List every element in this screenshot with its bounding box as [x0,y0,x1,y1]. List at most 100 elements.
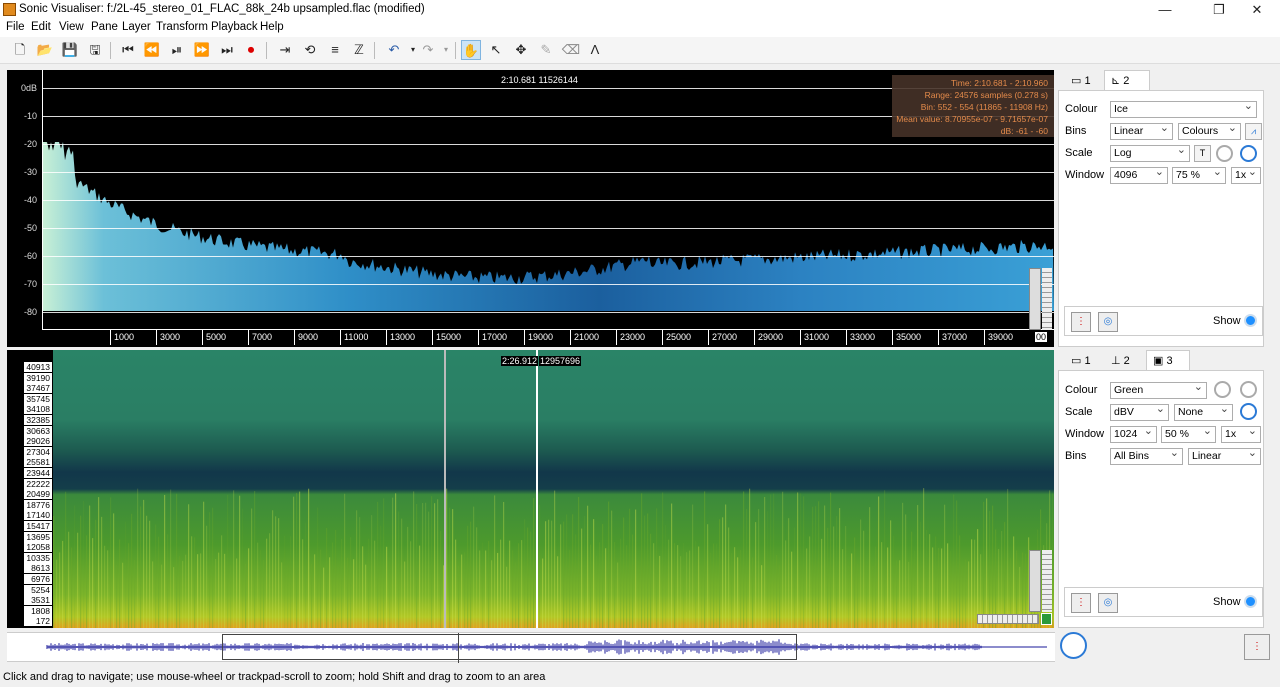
menu-help[interactable]: Help [260,21,284,33]
output-level-icon[interactable]: ⋮ [1244,634,1270,660]
redo-dropdown-icon[interactable]: ▾ [436,40,456,60]
window-mult-select[interactable]: 1x [1221,424,1261,443]
draw-pencil-icon[interactable]: ✎ [536,40,556,60]
frequency-label: 5254 [24,584,52,595]
tab-1[interactable]: ▭ 1 [1064,350,1104,370]
show-toggle[interactable] [1244,595,1257,608]
redo-icon[interactable]: ↷ [418,40,438,60]
scale-select[interactable]: dBV [1110,402,1169,421]
save-session-icon[interactable]: 🖫 [85,40,105,60]
threshold-icon[interactable]: T [1194,145,1211,162]
layer-properties-panel-1: ▭ 1 ⊾ 2 Colour Ice Bins Linear Colours ⩘… [1058,70,1276,347]
open-file-icon[interactable]: 📂 [35,40,55,60]
tab-1[interactable]: ▭ 1 [1064,70,1104,90]
gain-dial[interactable] [1216,145,1233,162]
x-tick-line [938,330,939,345]
layer-level-icon[interactable]: ⋮ [1071,312,1091,332]
frequency-label: 1808 [24,605,52,616]
window-overlap-select[interactable]: 50 % [1161,424,1216,443]
x-tick-label: 39000 [988,332,1014,342]
vertical-zoom-thumbwheel[interactable] [1029,550,1041,612]
save-file-icon[interactable]: 💾 [60,40,80,60]
vertical-zoom-thumbwheel[interactable] [1029,268,1041,330]
scale-select[interactable]: Log [1110,143,1190,162]
overview-view-rect[interactable] [222,634,797,660]
play-pause-icon[interactable]: ⏯ [167,40,187,60]
colour-select[interactable]: Green [1110,380,1207,399]
window-mult-select[interactable]: 1x [1231,165,1261,184]
undo-icon[interactable]: ↶ [384,40,404,60]
bins-select[interactable]: Linear [1110,121,1173,140]
gain-dial[interactable] [1214,381,1231,398]
toolbar-separator [266,42,267,59]
threshold-dial[interactable] [1240,381,1257,398]
loop-icon[interactable]: ⟲ [300,40,320,60]
layer-play-icon[interactable]: ◎ [1098,312,1118,332]
erase-icon[interactable]: ⌫ [561,40,581,60]
layer-play-icon[interactable]: ◎ [1098,593,1118,613]
x-tick-line [524,330,525,345]
x-tick-line [478,330,479,345]
zoom-reset-icon[interactable] [1041,613,1052,625]
constrain-playback-icon[interactable]: ℤ [349,40,369,60]
menu-layer[interactable]: Layer [122,21,151,33]
frequency-label: 10335 [24,552,52,563]
close-button[interactable]: ✕ [1234,0,1280,19]
menu-playback[interactable]: Playback [211,21,258,33]
x-tick-line [708,330,709,345]
frequency-label: 30663 [24,425,52,436]
menu-edit[interactable]: Edit [31,21,51,33]
y-label: -80 [24,307,38,317]
x-tick-label: 9000 [298,332,319,342]
select-arrow-icon[interactable]: ↖ [486,40,506,60]
show-toggle[interactable] [1244,314,1257,327]
record-icon[interactable]: ⏺ [241,40,261,60]
spectrogram-pane[interactable]: 2:26.912 12957696 40913 39190 37467 35745 34… [7,350,1054,628]
status-bar: Click and drag to navigate; use mouse-wh… [0,668,1280,687]
solo-icon[interactable]: ≡ [325,40,345,60]
horizontal-zoom-slider[interactable] [977,614,1039,624]
vertical-zoom-slider[interactable] [1042,550,1052,612]
bins-select[interactable]: All Bins [1110,446,1183,465]
window-size-select[interactable]: 1024 [1110,424,1157,443]
navigate-hand-icon[interactable]: ✋ [461,40,481,60]
forward-end-icon[interactable]: ⏭ [217,40,237,60]
window-label: Window [1065,169,1105,181]
y-label: -50 [24,223,38,233]
tab-2[interactable]: ⊥ 2 [1104,350,1146,370]
layer-level-icon[interactable]: ⋮ [1071,593,1091,613]
new-file-icon[interactable]: 🗋 [10,40,30,60]
rewind-start-icon[interactable]: ⏮ [118,40,138,60]
fast-forward-icon[interactable]: ⏩ [192,40,212,60]
bins-scale-select[interactable]: Linear [1188,446,1261,465]
move-icon[interactable]: ✥ [511,40,531,60]
spectrum-toggle-icon[interactable]: ⩘ [1245,123,1262,140]
colour-rotation-dial[interactable] [1240,403,1257,420]
menu-file[interactable]: File [6,21,25,33]
menu-transform[interactable]: Transform [156,21,208,33]
minimize-button[interactable]: — [1142,0,1188,19]
colour-label: Colour [1065,384,1098,396]
playback-speed-dial[interactable] [1060,632,1087,659]
normalize-dial[interactable] [1240,145,1257,162]
tab-2[interactable]: ⊾ 2 [1104,70,1150,90]
spectrum-pane[interactable]: 0dB -10 -20 -30 -40 -50 -60 -70 -80 1000… [19,70,1054,347]
spectrum-area [43,142,1054,311]
x-tick-label: 1000 [114,332,135,342]
bins-colours-select[interactable]: Colours [1178,121,1241,140]
tab-3[interactable]: ▣ 3 [1146,350,1190,370]
menu-view[interactable]: View [59,21,84,33]
overview-waveform[interactable] [7,632,1055,663]
rewind-icon[interactable]: ⏪ [142,40,162,60]
menu-pane[interactable]: Pane [91,21,118,33]
play-selection-icon[interactable]: ⇥ [275,40,295,60]
window-overlap-select[interactable]: 75 % [1172,165,1226,184]
normalization-select[interactable]: None [1174,402,1233,421]
window-size-select[interactable]: 4096 [1110,165,1168,184]
vertical-zoom-slider[interactable] [1042,268,1052,330]
x-tick-label: 7000 [252,332,273,342]
measure-icon[interactable]: Λ [585,40,605,60]
frequency-label: 27304 [24,446,52,457]
x-tick-line [432,330,433,345]
colour-select[interactable]: Ice [1110,99,1257,118]
